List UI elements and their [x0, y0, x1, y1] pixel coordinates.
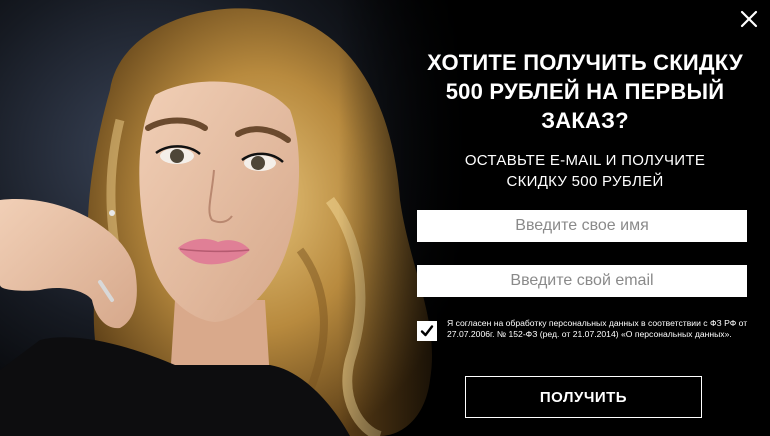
- submit-button[interactable]: ПОЛУЧИТЬ: [465, 376, 702, 418]
- model-photo: [0, 0, 470, 436]
- consent-row: Я согласен на обработку персональных дан…: [417, 318, 757, 354]
- checkmark-icon: [420, 325, 434, 337]
- discount-popup: ХОТИТЕ ПОЛУЧИТЬ СКИДКУ 500 РУБЛЕЙ НА ПЕР…: [0, 0, 770, 436]
- popup-subtitle: ОСТАВЬТЕ E-MAIL И ПОЛУЧИТЕ СКИДКУ 500 РУ…: [464, 152, 706, 190]
- signup-form: ХОТИТЕ ПОЛУЧИТЬ СКИДКУ 500 РУБЛЕЙ НА ПЕР…: [405, 0, 765, 436]
- consent-text: Я согласен на обработку персональных дан…: [447, 318, 748, 339]
- popup-title: ХОТИТЕ ПОЛУЧИТЬ СКИДКУ 500 РУБЛЕЙ НА ПЕР…: [427, 50, 743, 133]
- email-field[interactable]: [417, 265, 747, 297]
- name-field[interactable]: [417, 210, 747, 242]
- consent-checkbox[interactable]: [417, 321, 437, 341]
